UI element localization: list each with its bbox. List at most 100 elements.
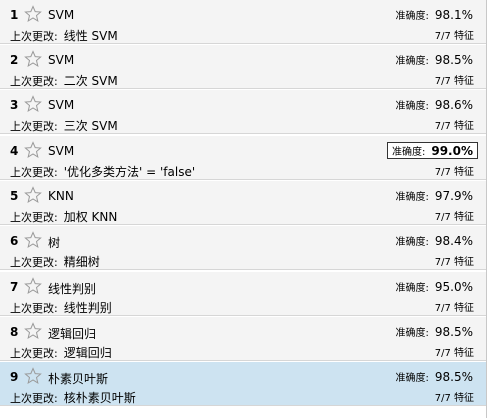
feature-suffix: 特征 — [454, 393, 474, 404]
accuracy: 准确度: 98.4% — [391, 232, 479, 249]
accuracy-label: 准确度: — [395, 328, 429, 339]
feature-count: 7/7 特征 — [435, 27, 474, 42]
model-number: 5 — [10, 189, 19, 203]
last-change: 上次更改: 二次 SVM — [10, 72, 118, 89]
accuracy: 准确度: 98.1% — [391, 6, 479, 23]
last-change-label: 上次更改: — [10, 211, 58, 224]
last-change: 上次更改: 精细树 — [10, 253, 100, 270]
accuracy-value: 98.5% — [434, 370, 473, 384]
last-change: 上次更改: 核朴素贝叶斯 — [10, 389, 136, 406]
star-icon[interactable] — [24, 95, 42, 113]
model-name: SVM — [48, 98, 75, 112]
feature-count: 7/7 特征 — [435, 208, 474, 223]
model-row[interactable]: 6 树 上次更改: 精细树 准确度: 98.4% 7/7 特征 — [0, 226, 486, 270]
last-change-label: 上次更改: — [10, 120, 58, 133]
accuracy-label: 准确度: — [395, 283, 429, 294]
model-number: 1 — [10, 8, 19, 22]
last-change: 上次更改: 线性判别 — [10, 299, 112, 316]
model-number: 8 — [10, 325, 19, 339]
star-icon[interactable] — [24, 277, 42, 295]
star-icon[interactable] — [24, 5, 42, 23]
accuracy-value: 98.5% — [434, 53, 473, 67]
accuracy-label: 准确度: — [395, 101, 429, 112]
accuracy-label: 准确度: — [395, 373, 429, 384]
model-number: 6 — [10, 234, 19, 248]
last-change-label: 上次更改: — [10, 75, 58, 88]
last-change-value: 二次 SVM — [63, 74, 118, 88]
model-name: SVM — [48, 8, 75, 22]
star-icon[interactable] — [24, 322, 42, 340]
accuracy: 准确度: 98.5% — [391, 51, 479, 68]
model-row[interactable]: 1 SVM 上次更改: 线性 SVM 准确度: 98.1% 7/7 特征 — [0, 0, 486, 44]
accuracy-value: 98.6% — [434, 98, 473, 112]
accuracy-label: 准确度: — [395, 11, 429, 22]
last-change-label: 上次更改: — [10, 392, 58, 405]
feature-count-value: 7/7 — [434, 212, 451, 223]
star-icon[interactable] — [24, 50, 42, 68]
accuracy-value: 98.1% — [434, 8, 473, 22]
last-change-value: 逻辑回归 — [63, 346, 112, 360]
feature-count-value: 7/7 — [434, 121, 451, 132]
accuracy-label: 准确度: — [395, 56, 429, 67]
model-row[interactable]: 2 SVM 上次更改: 二次 SVM 准确度: 98.5% 7/7 特征 — [0, 45, 486, 89]
model-row[interactable]: 3 SVM 上次更改: 三次 SVM 准确度: 98.6% 7/7 特征 — [0, 90, 486, 134]
feature-count-value: 7/7 — [434, 31, 451, 42]
accuracy-value: 98.5% — [434, 325, 473, 339]
model-name: 朴素贝叶斯 — [48, 372, 109, 386]
feature-count: 7/7 特征 — [435, 163, 474, 178]
feature-count: 7/7 特征 — [435, 72, 474, 87]
feature-count-value: 7/7 — [434, 257, 451, 268]
model-history-list: 1 SVM 上次更改: 线性 SVM 准确度: 98.1% 7/7 特征 2 SVM… — [0, 0, 487, 418]
last-change-label: 上次更改: — [10, 256, 58, 269]
model-row[interactable]: 7 线性判别 上次更改: 线性判别 准确度: 95.0% 7/7 特征 — [0, 272, 486, 316]
model-name: 逻辑回归 — [48, 327, 97, 341]
feature-suffix: 特征 — [454, 167, 474, 178]
feature-suffix: 特征 — [454, 76, 474, 87]
last-change: 上次更改: 线性 SVM — [10, 27, 118, 44]
last-change-value: 线性 SVM — [63, 29, 118, 43]
model-row[interactable]: 5 KNN 上次更改: 加权 KNN 准确度: 97.9% 7/7 特征 — [0, 181, 486, 225]
star-icon[interactable] — [24, 186, 42, 204]
feature-count-value: 7/7 — [434, 167, 451, 178]
last-change: 上次更改: '优化多类方法' = 'false' — [10, 163, 195, 180]
accuracy-value: 97.9% — [434, 189, 473, 203]
model-row[interactable]: 8 逻辑回归 上次更改: 逻辑回归 准确度: 98.5% 7/7 特征 — [0, 317, 486, 361]
feature-count: 7/7 特征 — [435, 389, 474, 404]
accuracy-value: 99.0% — [431, 144, 473, 158]
model-number: 4 — [10, 144, 19, 158]
feature-suffix: 特征 — [454, 303, 474, 314]
last-change-label: 上次更改: — [10, 302, 58, 315]
accuracy: 准确度: 98.5% — [391, 368, 479, 385]
model-number: 3 — [10, 98, 19, 112]
accuracy-label: 准确度: — [391, 147, 426, 158]
accuracy: 准确度: 98.5% — [391, 323, 479, 340]
accuracy: 准确度: 97.9% — [391, 187, 479, 204]
last-change-label: 上次更改: — [10, 30, 58, 43]
model-name: 线性判别 — [48, 282, 97, 296]
last-change-label: 上次更改: — [10, 166, 58, 179]
feature-suffix: 特征 — [454, 348, 474, 359]
star-icon[interactable] — [24, 141, 42, 159]
model-name: KNN — [48, 189, 74, 203]
last-change-value: 核朴素贝叶斯 — [63, 391, 136, 405]
feature-count: 7/7 特征 — [435, 344, 474, 359]
model-name: SVM — [48, 53, 75, 67]
star-icon[interactable] — [24, 367, 42, 385]
accuracy-value: 98.4% — [434, 234, 473, 248]
feature-suffix: 特征 — [454, 212, 474, 223]
star-icon[interactable] — [24, 231, 42, 249]
accuracy: 准确度: 95.0% — [391, 278, 479, 295]
last-change-value: 三次 SVM — [63, 119, 118, 133]
model-name: 树 — [48, 236, 61, 250]
accuracy-label: 准确度: — [395, 192, 429, 203]
feature-count-value: 7/7 — [434, 303, 451, 314]
feature-suffix: 特征 — [454, 257, 474, 268]
feature-suffix: 特征 — [454, 121, 474, 132]
model-number: 2 — [10, 53, 19, 67]
model-row[interactable]: 4 SVM 上次更改: '优化多类方法' = 'false' 准确度: 99.0% … — [0, 136, 486, 180]
accuracy-label: 准确度: — [395, 237, 429, 248]
feature-count-value: 7/7 — [434, 393, 451, 404]
model-row-selected[interactable]: 9 朴素贝叶斯 上次更改: 核朴素贝叶斯 准确度: 98.5% 7/7 特征 — [0, 362, 486, 406]
feature-count-value: 7/7 — [434, 76, 451, 87]
last-change: 上次更改: 加权 KNN — [10, 208, 117, 225]
